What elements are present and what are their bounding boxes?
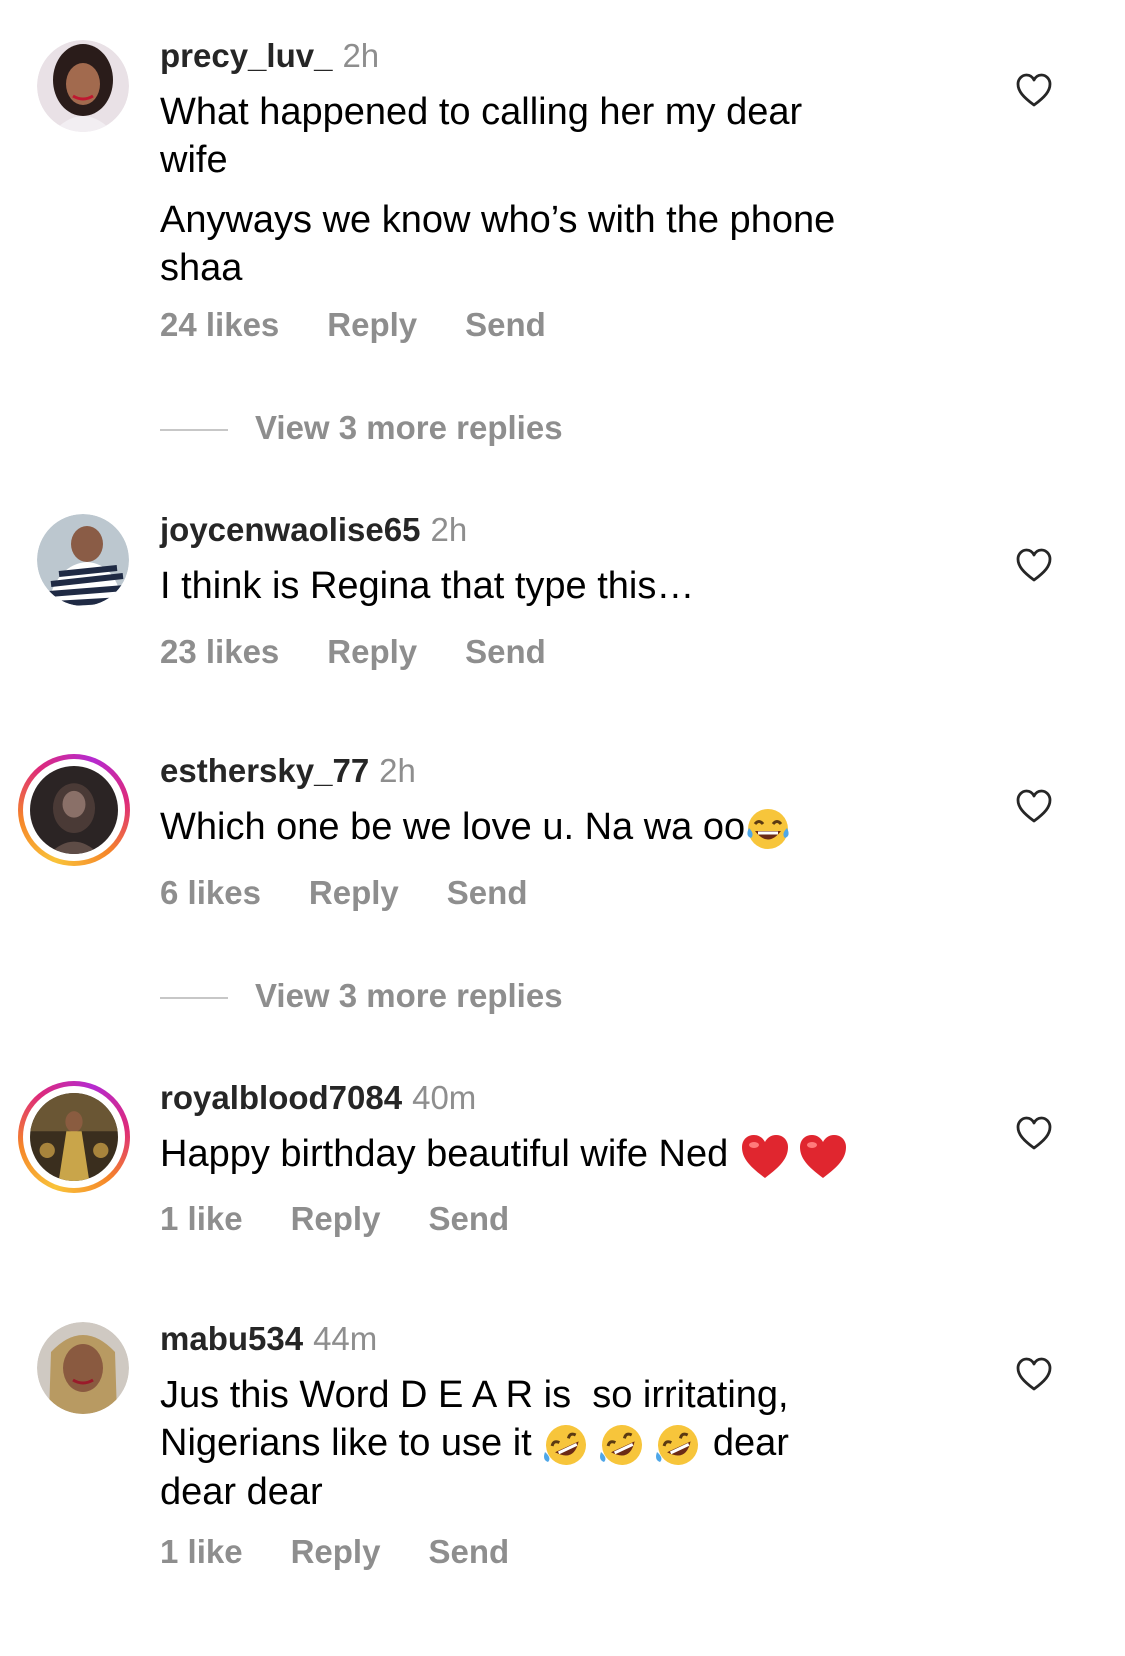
heart-outline-icon[interactable]	[1015, 788, 1053, 824]
comment-line: Jus this Word D E A R is so irritating,	[160, 1374, 789, 1416]
rolling-laughing-emoji	[544, 1424, 587, 1465]
comment-line: What happened to calling her my dear wif…	[160, 91, 803, 181]
heart-outline-icon[interactable]	[1015, 72, 1053, 108]
comment-line: Nigerians like to use it dear	[160, 1419, 960, 1468]
avatar-with-story-ring[interactable]	[18, 1081, 130, 1193]
comment-line: Which one be we love u. Na wa oo	[160, 803, 960, 852]
send-button[interactable]: Send	[447, 874, 528, 911]
avatar[interactable]	[37, 514, 129, 606]
likes-count[interactable]: 6 likes	[160, 874, 261, 911]
send-button[interactable]: Send	[465, 306, 546, 343]
likes-count[interactable]: 1 like	[160, 1200, 243, 1237]
username[interactable]: mabu534	[160, 1320, 303, 1357]
timestamp: 2h	[430, 511, 468, 548]
comment-line-text: Nigerians like to use it	[160, 1422, 532, 1464]
comment-text: I think is Regina that type this…	[160, 562, 960, 622]
send-button[interactable]: Send	[428, 1533, 509, 1570]
reply-button[interactable]: Reply	[291, 1200, 381, 1237]
reply-button[interactable]: Reply	[327, 633, 417, 670]
comment-text: Which one be we love u. Na wa oo	[160, 803, 960, 864]
comment-line: dear dear	[160, 1470, 323, 1513]
avatar[interactable]	[37, 40, 129, 132]
reply-button[interactable]: Reply	[309, 874, 399, 911]
comment-text: What happened to calling her my dear wif…	[160, 88, 960, 304]
comment-line-text: Happy birthday beautiful wife Ned	[160, 1133, 729, 1175]
laughing-tears-emoji	[747, 808, 789, 849]
heart-outline-icon[interactable]	[1015, 1115, 1053, 1151]
comment-line-text: dear	[712, 1422, 789, 1464]
comment-actions: 6 likes Reply Send	[160, 873, 575, 913]
comment-actions: 23 likes Reply Send	[160, 632, 594, 672]
avatar-with-story-ring[interactable]	[18, 754, 130, 866]
timestamp: 44m	[313, 1320, 378, 1357]
divider	[160, 429, 228, 431]
story-ring-gap	[23, 759, 125, 861]
reply-button[interactable]: Reply	[327, 306, 417, 343]
view-more-replies-label[interactable]: View 3 more replies	[255, 408, 563, 448]
avatar[interactable]	[37, 1322, 129, 1414]
username[interactable]: esthersky_77	[160, 752, 369, 789]
comment-actions: 1 like Reply Send	[160, 1532, 557, 1572]
comment-line: I think is Regina that type this…	[160, 565, 695, 607]
comment-actions: 1 like Reply Send	[160, 1199, 557, 1239]
heart-outline-icon[interactable]	[1015, 1356, 1053, 1392]
comment-line-text: Which one be we love u. Na wa oo	[160, 806, 746, 848]
rolling-laughing-emoji	[600, 1424, 643, 1465]
timestamp: 2h	[342, 37, 380, 74]
red-heart-emoji	[799, 1134, 846, 1178]
red-heart-emoji	[741, 1134, 788, 1178]
likes-count[interactable]: 23 likes	[160, 633, 279, 670]
comment-text: Jus this Word D E A R is so irritating, …	[160, 1371, 960, 1516]
username[interactable]: precy_luv_	[160, 37, 332, 74]
likes-count[interactable]: 24 likes	[160, 306, 279, 343]
timestamp: 40m	[412, 1079, 477, 1116]
reply-button[interactable]: Reply	[291, 1533, 381, 1570]
view-more-replies-label[interactable]: View 3 more replies	[255, 976, 563, 1016]
comment-actions: 24 likes Reply Send	[160, 305, 594, 345]
divider	[160, 997, 228, 999]
story-ring-gap	[23, 1086, 125, 1188]
send-button[interactable]: Send	[428, 1200, 509, 1237]
username[interactable]: royalblood7084	[160, 1079, 402, 1116]
heart-outline-icon[interactable]	[1015, 547, 1053, 583]
rolling-laughing-emoji	[656, 1424, 699, 1465]
comment-line: Happy birthday beautiful wife Ned	[160, 1130, 960, 1180]
timestamp: 2h	[379, 752, 416, 789]
username[interactable]: joycenwaolise65	[160, 511, 420, 548]
comment-line: Anyways we know who’s with the phone sha…	[160, 199, 836, 289]
comment-text: Happy birthday beautiful wife Ned	[160, 1130, 960, 1192]
send-button[interactable]: Send	[465, 633, 546, 670]
likes-count[interactable]: 1 like	[160, 1533, 243, 1570]
